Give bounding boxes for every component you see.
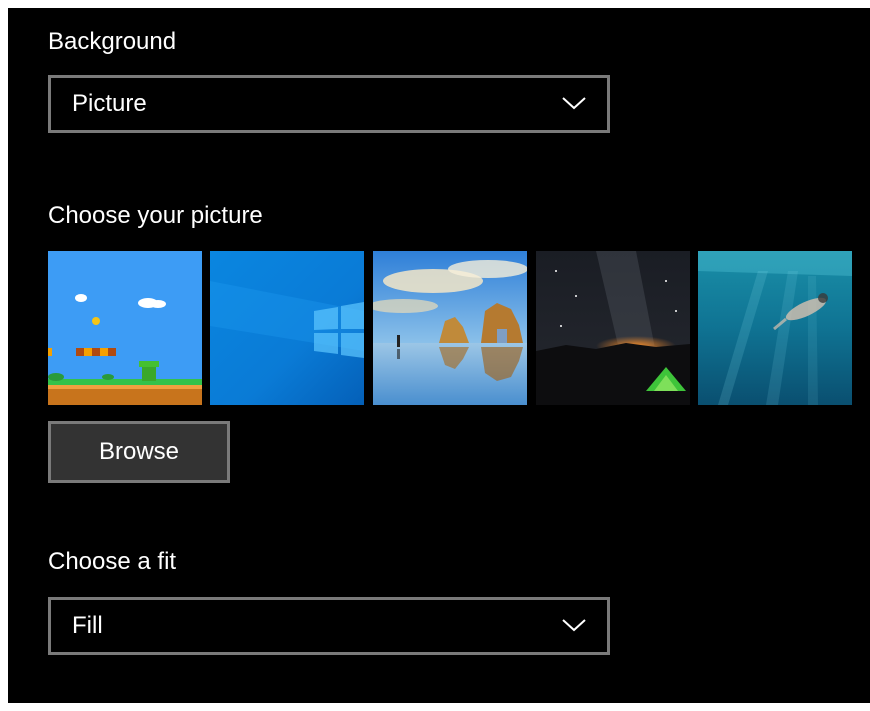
windows-logo-thumbnail-icon: [210, 251, 364, 405]
background-label: Background: [48, 28, 177, 55]
personalization-background-panel: Background Picture Choose your picture B…: [8, 8, 870, 703]
fit-dropdown-value: Fill: [72, 612, 103, 639]
choose-picture-label: Choose your picture: [48, 202, 263, 229]
thumbnail-night-sky-tent[interactable]: [536, 251, 690, 405]
browse-button[interactable]: Browse: [48, 421, 230, 483]
chevron-down-icon: [562, 97, 586, 110]
mario-level-thumbnail-icon: [48, 251, 202, 405]
background-dropdown[interactable]: Picture: [48, 75, 610, 133]
choose-fit-label: Choose a fit: [48, 548, 177, 575]
picture-thumbnails: [48, 251, 852, 405]
underwater-swimmer-thumbnail-icon: [698, 251, 852, 405]
thumbnail-beach-rocks[interactable]: [373, 251, 527, 405]
fit-dropdown[interactable]: Fill: [48, 597, 610, 655]
thumbnail-windows-logo[interactable]: [210, 251, 364, 405]
chevron-down-icon: [562, 619, 586, 632]
beach-rocks-thumbnail-icon: [373, 251, 527, 405]
thumbnail-underwater-swimmer[interactable]: [698, 251, 852, 405]
background-dropdown-value: Picture: [72, 90, 147, 117]
night-sky-tent-thumbnail-icon: [536, 251, 690, 405]
thumbnail-mario-level[interactable]: [48, 251, 202, 405]
